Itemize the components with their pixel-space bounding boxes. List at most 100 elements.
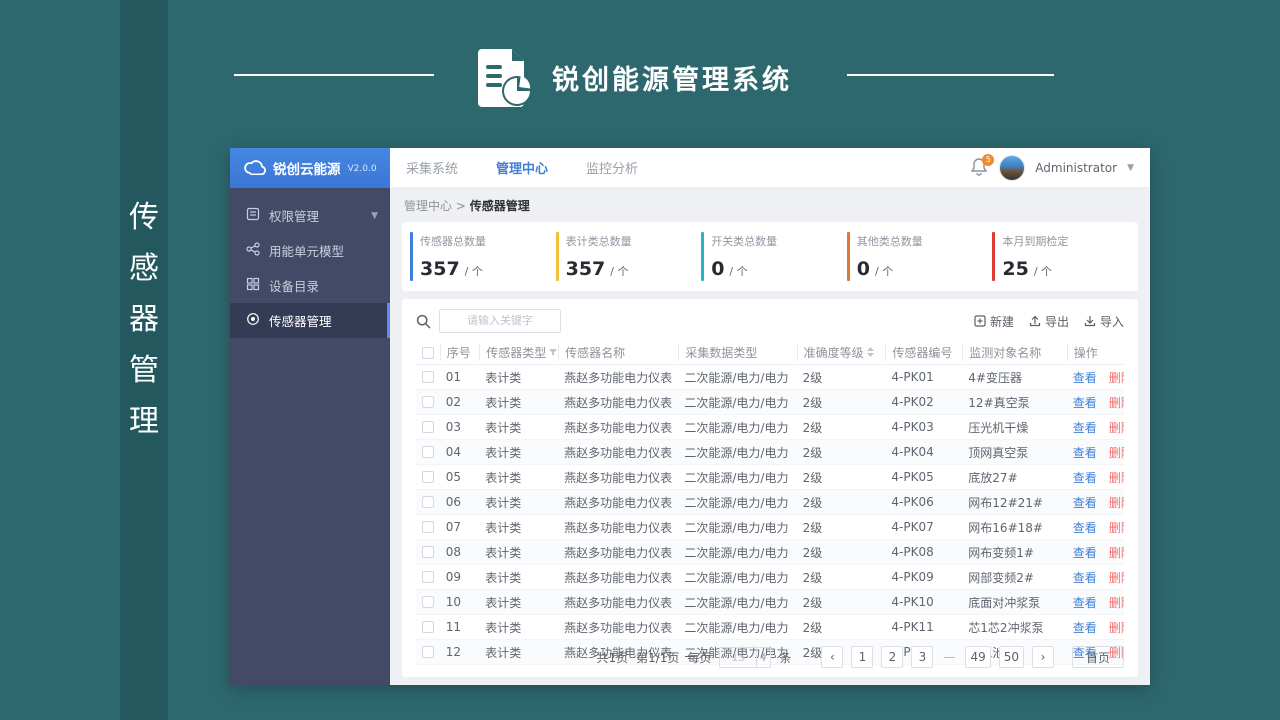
page-number-button[interactable]: 2	[881, 646, 904, 668]
vertical-page-label: 传感器管理	[120, 0, 168, 720]
view-link[interactable]: 查看	[1073, 619, 1097, 636]
first-page-button[interactable]: 首页	[1072, 646, 1124, 668]
cell-type: 表计类	[479, 444, 558, 461]
row-checkbox[interactable]	[422, 521, 434, 533]
per-page-stepper[interactable]: ▲ ▼	[756, 647, 770, 667]
delete-link[interactable]: 删除	[1109, 519, 1124, 536]
row-checkbox[interactable]	[422, 546, 434, 558]
sidebar-item-device-catalog[interactable]: 设备目录	[230, 268, 390, 303]
breadcrumb-parent[interactable]: 管理中心	[404, 199, 452, 213]
delete-link[interactable]: 删除	[1109, 394, 1124, 411]
row-actions: 查看删除	[1067, 369, 1124, 386]
view-link[interactable]: 查看	[1073, 369, 1097, 386]
cell-name: 燕赵多功能电力仪表	[558, 569, 678, 586]
delete-link[interactable]: 删除	[1109, 369, 1124, 386]
row-checkbox-cell	[416, 621, 440, 633]
notification-badge: 5	[982, 153, 995, 166]
row-checkbox[interactable]	[422, 471, 434, 483]
cell-text: 4-PK01	[891, 370, 934, 384]
row-checkbox[interactable]	[422, 421, 434, 433]
notification-bell-icon[interactable]: 5	[970, 153, 995, 178]
view-link[interactable]: 查看	[1073, 519, 1097, 536]
column-header-label[interactable]: 监测对象名称	[969, 344, 1041, 361]
sensor-icon	[246, 312, 260, 329]
delete-link[interactable]: 删除	[1109, 469, 1124, 486]
row-checkbox[interactable]	[422, 496, 434, 508]
row-checkbox[interactable]	[422, 396, 434, 408]
column-header-label[interactable]: 准确度等级	[804, 344, 864, 361]
import-button[interactable]: 导入	[1084, 313, 1124, 330]
cell-no: 06	[440, 495, 479, 509]
filter-funnel-icon[interactable]	[549, 346, 558, 360]
view-link[interactable]: 查看	[1073, 544, 1097, 561]
cell-name: 燕赵多功能电力仪表	[558, 519, 678, 536]
select-all-checkbox[interactable]	[422, 346, 434, 359]
column-header-label[interactable]: 传感器编号	[892, 344, 952, 361]
cell-target: 底面对冲浆泵	[962, 594, 1067, 611]
avatar[interactable]	[999, 154, 1026, 181]
row-checkbox[interactable]	[422, 371, 434, 383]
stat-label: 开关类总数量	[711, 235, 778, 248]
row-checkbox[interactable]	[422, 446, 434, 458]
cell-target: 网布16#18#	[962, 519, 1067, 536]
sidebar-item-sensor-management[interactable]: 传感器管理	[230, 303, 390, 338]
cell-code: 4-PK06	[885, 495, 962, 509]
column-header-label[interactable]: 序号	[447, 344, 471, 361]
create-button[interactable]: 新建	[974, 313, 1014, 330]
sort-carets-icon[interactable]	[866, 346, 874, 360]
view-link[interactable]: 查看	[1073, 494, 1097, 511]
page-number-button[interactable]: 3	[911, 646, 934, 668]
sidebar-item-energy-unit-model[interactable]: 用能单元模型	[230, 233, 390, 268]
search-icon[interactable]	[416, 314, 431, 329]
delete-link[interactable]: 删除	[1109, 544, 1124, 561]
stat-card: 表计类总数量 357 / 个	[555, 232, 702, 281]
cell-text: 燕赵多功能电力仪表	[564, 495, 673, 510]
delete-link[interactable]: 删除	[1109, 569, 1124, 586]
user-menu-chevron-down-icon[interactable]: ▼	[1127, 163, 1134, 173]
column-header-label[interactable]: 采集数据类型	[685, 344, 757, 361]
prev-page-button[interactable]: ‹	[821, 646, 844, 668]
cell-text: 03	[445, 420, 462, 434]
delete-link[interactable]: 删除	[1109, 444, 1124, 461]
view-link[interactable]: 查看	[1073, 594, 1097, 611]
delete-link[interactable]: 删除	[1109, 419, 1124, 436]
app-window: 锐创云能源 V2.0.0 采集系统 管理中心 监控分析 5 Administrato…	[230, 147, 1150, 685]
delete-link[interactable]: 删除	[1109, 594, 1124, 611]
row-checkbox[interactable]	[422, 571, 434, 583]
cell-text: 2级	[802, 470, 823, 485]
breadcrumb-current: 传感器管理	[469, 199, 530, 213]
page-number-button[interactable]: 49	[965, 646, 991, 668]
cell-type: 表计类	[479, 369, 558, 386]
cell-type: 表计类	[479, 394, 558, 411]
next-page-button[interactable]: ›	[1032, 646, 1054, 668]
stat-unit: / 个	[1033, 265, 1053, 278]
top-nav-monitoring[interactable]: 监控分析	[586, 158, 638, 177]
view-link[interactable]: 查看	[1073, 394, 1097, 411]
cell-data_type: 二次能源/电力/电力	[678, 619, 796, 636]
app-logo[interactable]: 锐创云能源 V2.0.0	[230, 147, 390, 188]
delete-link[interactable]: 删除	[1109, 619, 1124, 636]
view-link[interactable]: 查看	[1073, 469, 1097, 486]
column-header-label[interactable]: 传感器类型	[486, 344, 546, 361]
top-nav-management[interactable]: 管理中心	[496, 158, 548, 177]
page-number-button[interactable]: 1	[851, 646, 874, 668]
stat-number: 0	[856, 258, 871, 280]
cell-text: 芯1芯2冲浆泵	[968, 620, 1044, 635]
view-link[interactable]: 查看	[1073, 444, 1097, 461]
view-link[interactable]: 查看	[1073, 419, 1097, 436]
column-header-label[interactable]: 传感器名称	[565, 344, 625, 361]
row-checkbox[interactable]	[422, 621, 434, 633]
page-number-button[interactable]: 50	[998, 646, 1024, 668]
stat-label: 其他类总数量	[856, 235, 923, 248]
per-page-select[interactable]: 15 ▲ ▼	[719, 646, 772, 668]
column-header-label[interactable]: 操作	[1074, 344, 1098, 361]
sidebar-item-permission[interactable]: 权限管理 ▼	[230, 198, 390, 233]
top-nav-collection[interactable]: 采集系统	[406, 158, 458, 177]
export-button[interactable]: 导出	[1029, 313, 1069, 330]
chevron-down-icon: ▼	[371, 210, 378, 221]
view-link[interactable]: 查看	[1073, 569, 1097, 586]
row-checkbox[interactable]	[422, 596, 434, 608]
delete-link[interactable]: 删除	[1109, 494, 1124, 511]
search-input[interactable]	[439, 309, 561, 333]
cell-text: 2级	[802, 495, 823, 510]
